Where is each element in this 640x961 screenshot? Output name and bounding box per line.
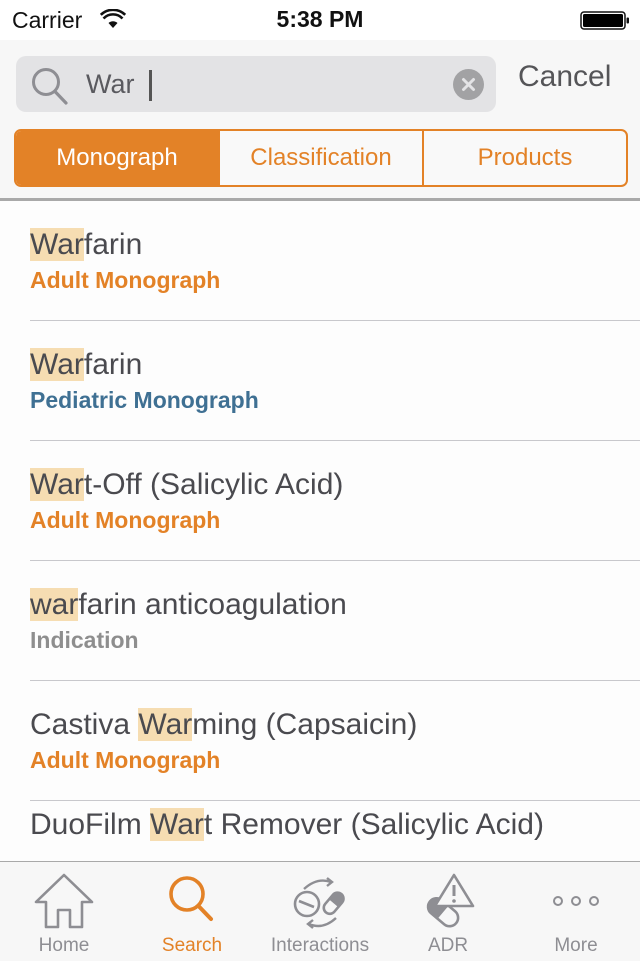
match-highlight: War <box>30 348 84 381</box>
adr-warning-pill-icon <box>418 872 478 937</box>
search-field[interactable] <box>16 56 496 112</box>
status-bar: Carrier 5:38 PM <box>0 0 640 40</box>
clear-search-button[interactable] <box>453 69 484 100</box>
tab-bar: Home Search Interactions ADR More <box>0 861 640 961</box>
result-subtitle: Adult Monograph <box>30 507 221 533</box>
text-cursor <box>149 70 152 101</box>
match-highlight: War <box>138 708 193 741</box>
search-input[interactable] <box>86 64 446 104</box>
tab-interactions-label: Interactions <box>270 935 370 956</box>
result-title: DuoFilm Wart Remover (Salicylic Acid) <box>30 808 544 841</box>
result-item[interactable]: DuoFilm Wart Remover (Salicylic Acid) <box>0 801 640 861</box>
home-icon <box>33 872 95 935</box>
match-highlight: War <box>30 228 84 261</box>
result-title: Warfarin <box>30 348 143 381</box>
search-icon <box>164 872 220 933</box>
battery-full-icon <box>580 11 630 36</box>
match-highlight: War <box>30 468 84 501</box>
match-highlight: War <box>150 808 204 841</box>
tab-adr[interactable]: ADR <box>384 862 512 961</box>
result-title: Warfarin <box>30 228 143 261</box>
result-subtitle: Pediatric Monograph <box>30 387 259 413</box>
search-scope-segmented-control: Monograph Classification Products <box>14 129 628 187</box>
result-subtitle: Adult Monograph <box>30 747 221 773</box>
tab-search[interactable]: Search <box>128 862 256 961</box>
search-header: Cancel Monograph Classification Products <box>0 40 640 198</box>
result-title: Castiva Warming (Capsaicin) <box>30 708 418 741</box>
search-results-list[interactable]: Warfarin Adult Monograph Warfarin Pediat… <box>0 201 640 861</box>
tab-home-label: Home <box>38 935 90 956</box>
segment-products[interactable]: Products <box>422 131 626 185</box>
result-subtitle: Adult Monograph <box>30 267 221 293</box>
tab-home[interactable]: Home <box>0 862 128 961</box>
result-title: Wart-Off (Salicylic Acid) <box>30 468 344 501</box>
tab-more[interactable]: More <box>512 862 640 961</box>
more-dots-icon <box>548 872 604 933</box>
interactions-pills-icon <box>287 872 353 937</box>
result-item[interactable]: Warfarin Pediatric Monograph <box>0 321 640 441</box>
result-item[interactable]: Warfarin Adult Monograph <box>0 201 640 321</box>
result-title: warfarin anticoagulation <box>30 588 347 621</box>
tab-adr-label: ADR <box>427 935 469 956</box>
segment-monograph[interactable]: Monograph <box>16 131 218 185</box>
tab-more-label: More <box>554 935 598 956</box>
cancel-button[interactable]: Cancel <box>518 60 611 94</box>
search-icon <box>30 66 72 111</box>
result-item[interactable]: Castiva Warming (Capsaicin) Adult Monogr… <box>0 681 640 801</box>
match-highlight: war <box>30 588 79 621</box>
clock: 5:38 PM <box>276 6 364 32</box>
result-item[interactable]: Wart-Off (Salicylic Acid) Adult Monograp… <box>0 441 640 561</box>
result-item[interactable]: warfarin anticoagulation Indication <box>0 561 640 681</box>
tab-search-label: Search <box>161 935 223 956</box>
segment-classification[interactable]: Classification <box>218 131 422 185</box>
result-subtitle: Indication <box>30 627 139 653</box>
clear-circle-icon <box>462 78 475 91</box>
tab-interactions[interactable]: Interactions <box>256 862 384 961</box>
